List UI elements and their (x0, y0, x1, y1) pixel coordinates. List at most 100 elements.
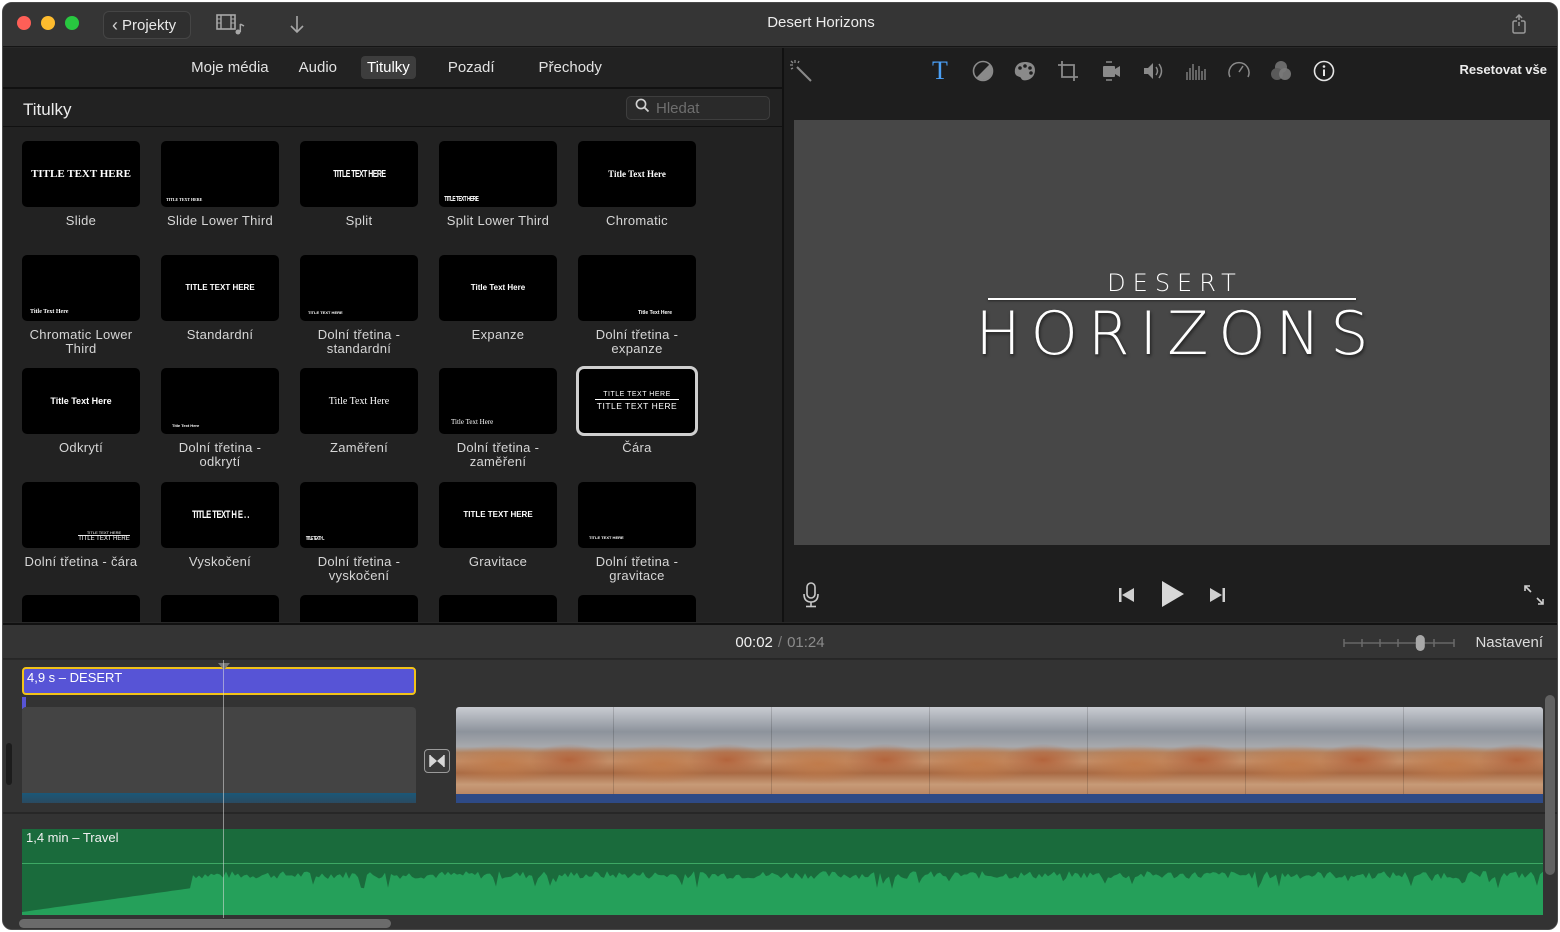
video-preview[interactable]: DESERT HORIZONS (794, 120, 1550, 545)
window-title: Desert Horizons (767, 14, 875, 31)
title-thumbnail: TITLE TEXT HERE (161, 141, 279, 207)
color-correction-icon[interactable] (1012, 58, 1038, 84)
crop-icon[interactable] (1055, 58, 1081, 84)
playhead[interactable] (223, 660, 224, 918)
reset-all-button[interactable]: Resetovat vše (1460, 62, 1547, 77)
title-tile-focus[interactable]: Title Text Here Zaměření (300, 368, 418, 482)
browser-header: Titulky (3, 91, 782, 127)
title-thumbnail-partial[interactable] (161, 595, 279, 622)
title-tile-lower-third-expand[interactable]: Title Text Here Dolní třetina - expanze (578, 254, 696, 369)
title-browser-pane: Moje média Audio Titulky Pozadí Přechody… (3, 48, 782, 622)
title-tile-standard[interactable]: TITLE TEXT HERE Standardní (161, 254, 279, 369)
gap-clip[interactable] (22, 707, 416, 803)
title-thumbnail-partial[interactable] (300, 595, 418, 622)
timeline[interactable]: 4,9 s – DESERT 1,4 min – Travel (3, 660, 1557, 929)
title-tile-split-lower-third[interactable]: TITLE TEXT HERE Split Lower Third (439, 141, 557, 255)
enhance-icon[interactable] (788, 58, 814, 84)
title-label: Gravitace (468, 553, 528, 569)
title-thumbnail: Title Text Here (439, 254, 557, 321)
audio-clip-label: 1,4 min – Travel (26, 830, 119, 845)
video-frame-thumbnail (1404, 707, 1543, 795)
play-icon[interactable] (1160, 580, 1186, 608)
title-tile-lower-third-focus[interactable]: Title Text Here Dolní třetina - zaměření (439, 368, 557, 482)
title-label: Dolní třetina - expanze (595, 326, 679, 356)
title-label: Standardní (186, 326, 254, 342)
title-thumbnail-text: TITLE TEXT HERE TITLE TEXT HERE (78, 529, 130, 542)
title-thumbnail-partial[interactable] (22, 595, 140, 622)
title-tile-lower-third-standard[interactable]: TITLE TEXT HERE Dolní třetina - standard… (300, 254, 418, 369)
skip-forward-icon[interactable] (1208, 586, 1226, 604)
title-tile-lower-third-gravity[interactable]: TITLE TEXT HERE Dolní třetina - gravitac… (578, 481, 696, 596)
preview-title-line1[interactable]: DESERT (1101, 269, 1243, 297)
title-thumbnail: Title Text Here (439, 368, 557, 434)
skip-back-icon[interactable] (1118, 586, 1136, 604)
title-tile-expand[interactable]: Title Text Here Expanze (439, 254, 557, 369)
tab-my-media[interactable]: Moje média (185, 56, 275, 79)
title-tile-lower-third-line[interactable]: TITLE TEXT HERE TITLE TEXT HERE Dolní tř… (22, 481, 140, 596)
title-tile-pop-up[interactable]: TITLE TEXT H E . . Vyskočení (161, 481, 279, 596)
zoom-slider-thumb[interactable] (1415, 635, 1425, 651)
voiceover-microphone-icon[interactable] (802, 582, 820, 608)
viewer-pane: T Resetovat vše DESERT HORIZONS (784, 48, 1557, 622)
title-thumbnail: TITLE TEXT HERE (161, 254, 279, 321)
tab-backgrounds[interactable]: Pozadí (442, 56, 501, 79)
tab-transitions[interactable]: Přechody (533, 56, 608, 79)
preview-title-line2[interactable]: HORIZONS (965, 300, 1378, 368)
fullscreen-icon[interactable] (1523, 584, 1545, 606)
total-time: 01:24 (787, 634, 825, 651)
title-clip[interactable]: 4,9 s – DESERT (22, 667, 416, 695)
audio-volume-line[interactable] (22, 863, 1543, 864)
section-title: Titulky (23, 100, 72, 119)
title-thumbnail: Title Text Here (578, 254, 696, 321)
playback-controls (784, 562, 1557, 622)
horizontal-scrollbar[interactable] (19, 919, 391, 928)
info-icon[interactable] (1311, 58, 1337, 84)
transition-icon[interactable] (424, 749, 450, 773)
title-thumbnail-partial[interactable] (578, 595, 696, 622)
stabilization-icon[interactable] (1098, 58, 1124, 84)
title-tile-slide-lower-third[interactable]: TITLE TEXT HERE Slide Lower Third (161, 141, 279, 255)
video-frame-thumbnail (1246, 707, 1404, 795)
title-tile-lower-third-pop-up[interactable]: TITLE TEXT H . . Dolní třetina - vyskoče… (300, 481, 418, 596)
title-tile-slide[interactable]: TITLE TEXT HERE Slide (22, 141, 140, 255)
title-label: Čára (622, 440, 652, 455)
speed-icon[interactable] (1226, 58, 1252, 84)
vertical-scrollbar[interactable] (1545, 695, 1555, 875)
title-tile-chromatic[interactable]: Title Text Here Chromatic (578, 141, 696, 255)
share-icon[interactable] (1511, 13, 1527, 40)
title-thumbnail: Title Text Here (161, 368, 279, 434)
title-label: Slide Lower Third (166, 213, 274, 228)
title-thumbnail: Title Text Here (578, 141, 696, 207)
title-tile-gravity[interactable]: TITLE TEXT HERE Gravitace (439, 481, 557, 596)
title-tile-reveal[interactable]: Title Text Here Odkrytí (22, 368, 140, 482)
noise-reduction-icon[interactable] (1183, 58, 1209, 84)
tab-titles[interactable]: Titulky (361, 56, 416, 79)
search-input[interactable] (656, 99, 756, 117)
color-balance-icon[interactable] (970, 58, 996, 84)
title-tile-line[interactable]: TITLE TEXT HERE TITLE TEXT HERE Čára (576, 366, 698, 482)
title-clip-label: 4,9 s – DESERT (27, 670, 123, 685)
title-tile-lower-third-reveal[interactable]: Title Text Here Dolní třetina - odkrytí (161, 368, 279, 482)
title-thumbnail-partial[interactable] (439, 595, 557, 622)
timeline-zoom-slider[interactable] (1343, 635, 1455, 651)
title-thumbnail: TITLE TEXT HERE (22, 141, 140, 207)
zoom-slider-track (1343, 635, 1455, 651)
title-tile-chromatic-lower-third[interactable]: Title Text Here Chromatic Lower Third (22, 254, 140, 369)
title-bar: ‹ Projekty Desert Horizons (3, 3, 1557, 47)
title-thumbnail: TITLE TEXT HERE (300, 254, 418, 321)
video-clip-desert[interactable] (456, 707, 1543, 803)
browser-tabs: Moje média Audio Titulky Pozadí Přechody (3, 48, 782, 89)
clip-filter-icon[interactable] (1268, 58, 1294, 84)
playhead-marker[interactable] (218, 663, 230, 670)
title-tile-split[interactable]: TITLE TEXT HERE Split (300, 141, 418, 255)
video-frame-thumbnail (1088, 707, 1246, 795)
gap-clip-audio-bar (22, 793, 416, 803)
tab-audio[interactable]: Audio (293, 56, 343, 79)
timeline-settings-button[interactable]: Nastavení (1475, 634, 1543, 651)
volume-icon[interactable] (1141, 58, 1167, 84)
search-field[interactable] (626, 96, 770, 120)
audio-clip-travel[interactable]: 1,4 min – Travel (22, 829, 1543, 915)
title-text-icon[interactable]: T (927, 58, 953, 84)
titles-grid: TITLE TEXT HERE Slide TITLE TEXT HERE Sl… (22, 141, 722, 595)
video-clip-audio-bar (456, 794, 1543, 803)
